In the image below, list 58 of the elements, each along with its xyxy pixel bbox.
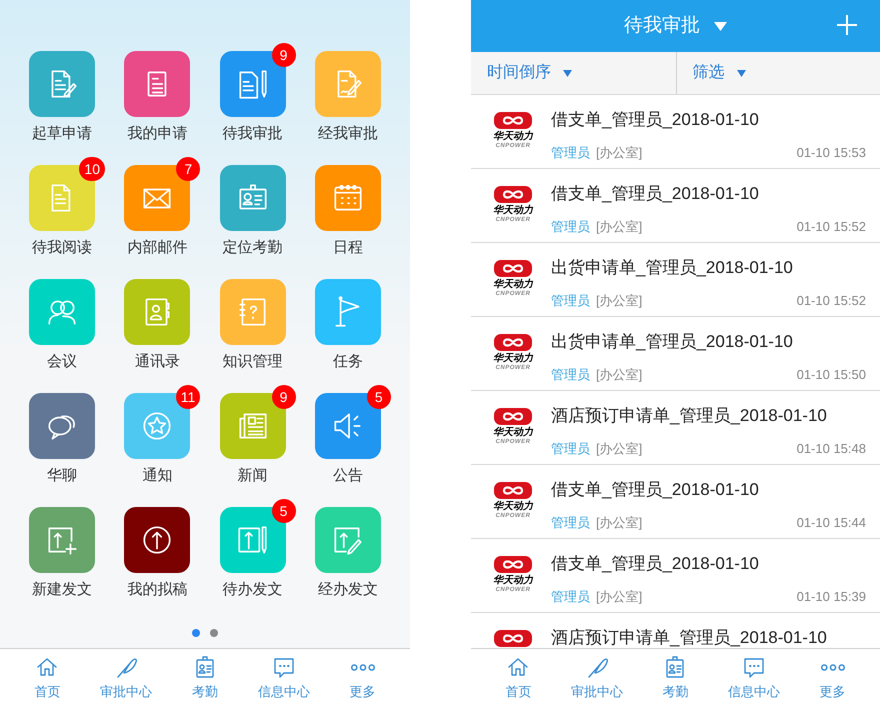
row-time: 01-10 15:39 — [796, 588, 866, 606]
logo-name: 华天动力 — [493, 501, 533, 512]
notification-badge: 11 — [176, 385, 200, 409]
notification-badge: 5 — [366, 385, 391, 409]
more-icon — [350, 664, 375, 671]
row-department: [办公室] — [596, 218, 642, 236]
infinity-logo-icon — [494, 260, 532, 277]
row-time: 01-10 15:53 — [796, 144, 866, 162]
row-title: 借支单_管理员_2018-01-10 — [551, 183, 760, 205]
row-time: 01-10 15:48 — [796, 440, 866, 458]
more-icon — [820, 664, 845, 671]
notification-badge: 9 — [272, 43, 296, 67]
infinity-logo-icon — [494, 112, 532, 129]
row-department: [办公室] — [596, 440, 642, 458]
caret-icon — [736, 70, 746, 76]
row-time: 01-10 15:52 — [796, 292, 866, 310]
row-title: 出货申请单_管理员_2018-01-10 — [551, 331, 794, 353]
logo-name: 华天动力 — [493, 353, 533, 364]
infinity-logo-icon — [494, 482, 532, 499]
logo-name: 华天动力 — [493, 131, 533, 142]
add-button[interactable] — [836, 14, 858, 36]
row-department: [办公室] — [596, 514, 642, 532]
row-title: 借支单_管理员_2018-01-10 — [551, 109, 760, 131]
infinity-logo-icon — [494, 408, 532, 425]
row-title: 酒店预订申请单_管理员_2018-01-10 — [551, 627, 828, 648]
caret-icon — [563, 70, 572, 76]
notification-badge: 9 — [272, 385, 296, 409]
notification-badge: 7 — [176, 157, 200, 181]
row-user: 管理员 — [551, 514, 590, 532]
row-time: 01-10 15:50 — [796, 366, 866, 384]
row-user: 管理员 — [551, 440, 590, 458]
row-department: [办公室] — [596, 366, 642, 384]
notification-badge: 10 — [79, 157, 105, 181]
row-user: 管理员 — [551, 292, 590, 310]
row-department: [办公室] — [596, 144, 642, 162]
row-department: [办公室] — [596, 588, 642, 606]
row-department: [办公室] — [596, 292, 642, 310]
sort-dropdown[interactable]: 时间倒序 — [471, 52, 676, 94]
logo-name: 华天动力 — [493, 205, 533, 216]
infinity-logo-icon — [494, 334, 532, 351]
row-time: 01-10 15:52 — [796, 218, 866, 236]
infinity-logo-icon — [494, 186, 532, 203]
logo-name: 华天动力 — [493, 575, 533, 586]
caret-icon — [714, 22, 727, 30]
filter-dropdown[interactable]: 筛选 — [676, 52, 880, 94]
row-title: 酒店预订申请单_管理员_2018-01-10 — [551, 405, 828, 427]
notification-badge: 5 — [272, 499, 296, 523]
row-user: 管理员 — [551, 144, 590, 162]
row-title: 出货申请单_管理员_2018-01-10 — [551, 257, 794, 279]
logo-name: 华天动力 — [493, 427, 533, 438]
logo-name: 华天动力 — [493, 279, 533, 290]
infinity-logo-icon — [494, 556, 532, 573]
row-user: 管理员 — [551, 366, 590, 384]
row-title: 借支单_管理员_2018-01-10 — [551, 553, 760, 575]
row-title: 借支单_管理员_2018-01-10 — [551, 479, 760, 501]
row-user: 管理员 — [551, 588, 590, 606]
row-time: 01-10 15:44 — [796, 514, 866, 532]
row-user: 管理员 — [551, 218, 590, 236]
